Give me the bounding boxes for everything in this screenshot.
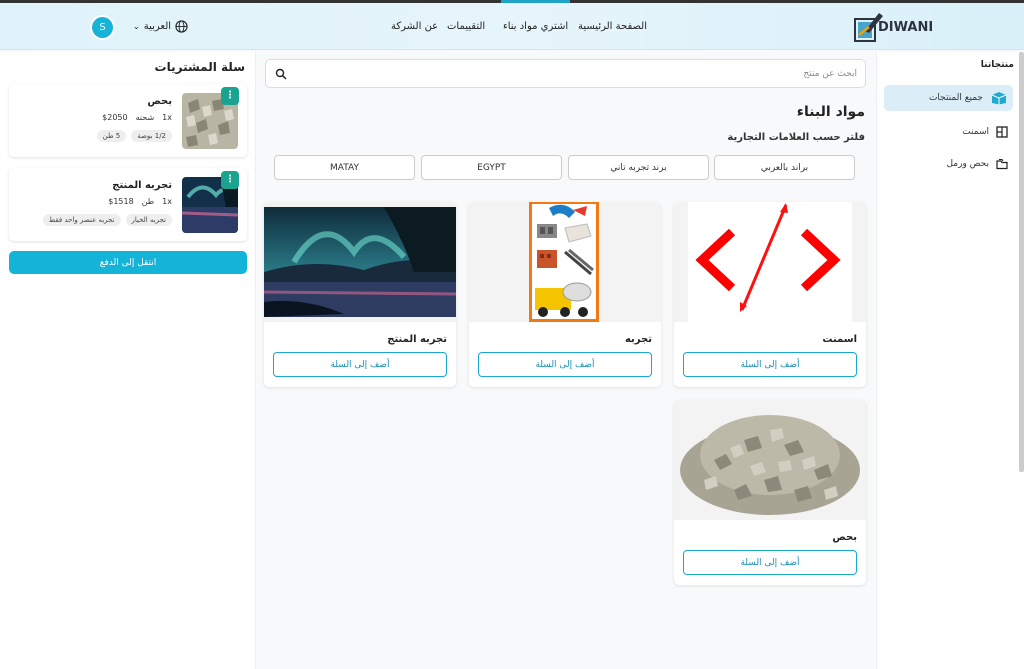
products-main: مواد البناء فلتر حسب العلامات التجارية ب… bbox=[258, 52, 875, 669]
product-card: بحص أضف إلى السلة bbox=[674, 400, 866, 585]
sidebar-item-label: بحص ورمل bbox=[946, 159, 989, 169]
sidebar-item-label: جميع المنتجات bbox=[928, 93, 983, 103]
add-to-cart-button[interactable]: أضف إلى السلة bbox=[273, 352, 447, 377]
cart-item-meta: 1x طن $1518 bbox=[108, 197, 172, 206]
top-navbar: DIWANI الصفحة الرئيسية اشتري مواد بناء ا… bbox=[0, 0, 1024, 50]
option-tag: تجربه الخيار bbox=[125, 214, 172, 226]
option-tag: 1/2 بوصة bbox=[131, 130, 172, 142]
search-bar bbox=[265, 59, 866, 88]
product-image[interactable] bbox=[264, 202, 456, 322]
language-switcher[interactable]: ⌄ العربية bbox=[133, 20, 188, 33]
more-options-icon[interactable]: ⋮ bbox=[221, 171, 239, 189]
cart-item-quantity: 1x bbox=[162, 197, 172, 206]
product-title: تجربه bbox=[624, 334, 652, 345]
cart-item-name: تجربه المنتج bbox=[112, 180, 172, 191]
cart-item-tags: تجربه الخيار تجربه عنصر واحد فقط bbox=[42, 214, 172, 226]
product-card: اسمنت أضف إلى السلة bbox=[674, 202, 866, 387]
grid-icon bbox=[996, 126, 1008, 138]
add-to-cart-button[interactable]: أضف إلى السلة bbox=[478, 352, 652, 377]
search-input[interactable] bbox=[297, 65, 857, 83]
globe-icon bbox=[175, 20, 188, 33]
cart-item: ⋮ بحص 1x شحنه $2050 1/2 بوصة 5 طن bbox=[9, 84, 247, 157]
product-title: اسمنت bbox=[822, 334, 857, 345]
sidebar-item-all-products[interactable]: جميع المنتجات bbox=[884, 85, 1013, 111]
product-card: تجربه المنتج أضف إلى السلة bbox=[264, 202, 456, 387]
brand-filter-button[interactable]: براند بالعربي bbox=[714, 155, 855, 180]
product-image[interactable] bbox=[674, 400, 866, 520]
cart-item-price: $1518 bbox=[108, 197, 134, 206]
sidebar-item-gravel-sand[interactable]: بحص ورمل bbox=[884, 151, 1013, 177]
nav-home[interactable]: الصفحة الرئيسية bbox=[578, 21, 647, 32]
cart-item-tags: 1/2 بوصة 5 طن bbox=[96, 130, 172, 142]
product-card: تجربه أضف إلى السلة bbox=[469, 202, 661, 387]
folders-icon bbox=[996, 159, 1008, 170]
brand-filter-button[interactable]: MATAY bbox=[274, 155, 415, 180]
product-image[interactable] bbox=[674, 202, 866, 322]
sidebar-item-label: اسمنت bbox=[962, 127, 989, 137]
nav-reviews[interactable]: التقييمات bbox=[447, 21, 485, 32]
nav-buy-materials[interactable]: اشتري مواد بناء bbox=[500, 0, 571, 32]
chevron-down-icon: ⌄ bbox=[133, 22, 140, 31]
option-tag: 5 طن bbox=[96, 130, 127, 142]
cart-item-meta: 1x شحنه $2050 bbox=[102, 113, 172, 122]
brand-filter-title: فلتر حسب العلامات التجارية bbox=[727, 132, 865, 143]
cart-item-unit: طن bbox=[141, 197, 155, 206]
user-avatar[interactable]: S bbox=[92, 17, 113, 38]
cart-item-price: $2050 bbox=[102, 113, 128, 122]
shopping-cart: سلة المشتريات ⋮ بحص 1x شحنه $2050 1/2 بو… bbox=[0, 52, 256, 669]
more-options-icon[interactable]: ⋮ bbox=[221, 87, 239, 105]
scrollbar[interactable] bbox=[1019, 52, 1024, 472]
page-title: مواد البناء bbox=[796, 104, 865, 120]
language-label: العربية bbox=[143, 21, 172, 32]
box-icon bbox=[991, 92, 1007, 105]
cart-title: سلة المشتريات bbox=[154, 60, 245, 74]
logo-text: DIWANI bbox=[878, 20, 934, 35]
cart-item: ⋮ تجربه المنتج 1x طن $1518 تجربه الخيار … bbox=[9, 168, 247, 241]
add-to-cart-button[interactable]: أضف إلى السلة bbox=[683, 550, 857, 575]
cart-item-name: بحص bbox=[147, 96, 172, 107]
product-title: بحص bbox=[832, 532, 857, 543]
nav-about[interactable]: عن الشركة bbox=[391, 21, 438, 32]
search-icon[interactable] bbox=[275, 68, 287, 80]
product-title: تجربه المنتج bbox=[387, 334, 447, 345]
checkout-button[interactable]: انتقل إلى الدفع bbox=[9, 251, 247, 274]
cart-item-unit: شحنه bbox=[135, 113, 155, 122]
option-tag: تجربه عنصر واحد فقط bbox=[42, 214, 121, 226]
cart-item-quantity: 1x bbox=[162, 113, 172, 122]
sidebar-item-cement[interactable]: اسمنت bbox=[884, 119, 1013, 145]
category-sidebar: منتجاتنا جميع المنتجات اسمنت بحص ورمل bbox=[876, 52, 1024, 669]
sidebar-title: منتجاتنا bbox=[980, 60, 1014, 70]
product-image[interactable] bbox=[469, 202, 661, 322]
brand-filter-button[interactable]: EGYPT bbox=[421, 155, 562, 180]
add-to-cart-button[interactable]: أضف إلى السلة bbox=[683, 352, 857, 377]
brand-filter-button[interactable]: برند تجربه تاني bbox=[568, 155, 709, 180]
